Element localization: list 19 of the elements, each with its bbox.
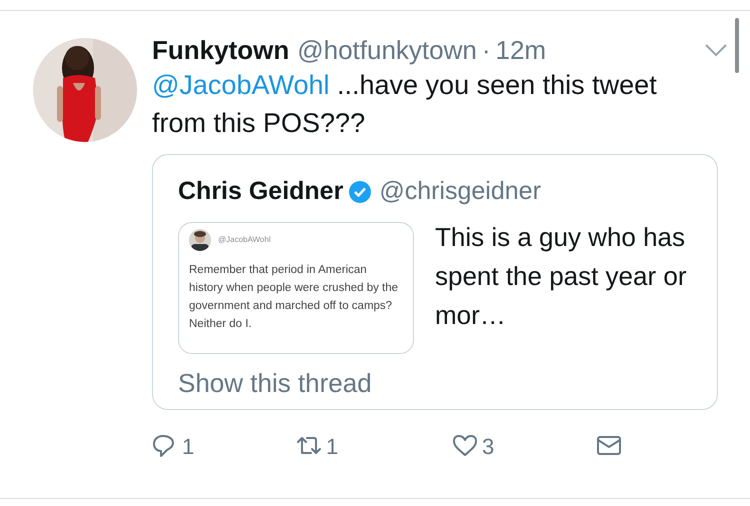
chevron-down-icon[interactable]: [704, 43, 728, 57]
quoted-tweet-text: This is a guy who has spent the past year or mor…: [435, 221, 688, 332]
quoted-tweet-card[interactable]: [152, 154, 718, 410]
scrollbar: [735, 18, 739, 73]
tweet-text: @JacobAWohl ...have you seen this tweet from this POS???: [152, 69, 658, 140]
retweet-count: 1: [326, 432, 338, 460]
mention-link[interactable]: @JacobAWohl: [152, 70, 330, 100]
embedded-tweet-text: Remember that period in American history when people were crushed by the government and marched off to camps? Neither do I.: [189, 263, 400, 332]
quoted-author-name: Chris Geidner: [178, 176, 344, 208]
embedded-handle: @JacobAWohl: [218, 234, 271, 246]
tweet-time: 12m: [496, 34, 546, 66]
like-count: 3: [482, 432, 494, 460]
reply-count: 1: [182, 432, 194, 460]
separator: ·: [482, 34, 490, 66]
show-thread-link[interactable]: Show this thread: [178, 364, 372, 403]
heart-icon[interactable]: [452, 433, 478, 459]
author-handle: @hotfunkytown: [297, 34, 477, 66]
author-name: Funkytown: [152, 34, 290, 66]
quoted-author-handle: @chrisgeidner: [379, 176, 541, 208]
